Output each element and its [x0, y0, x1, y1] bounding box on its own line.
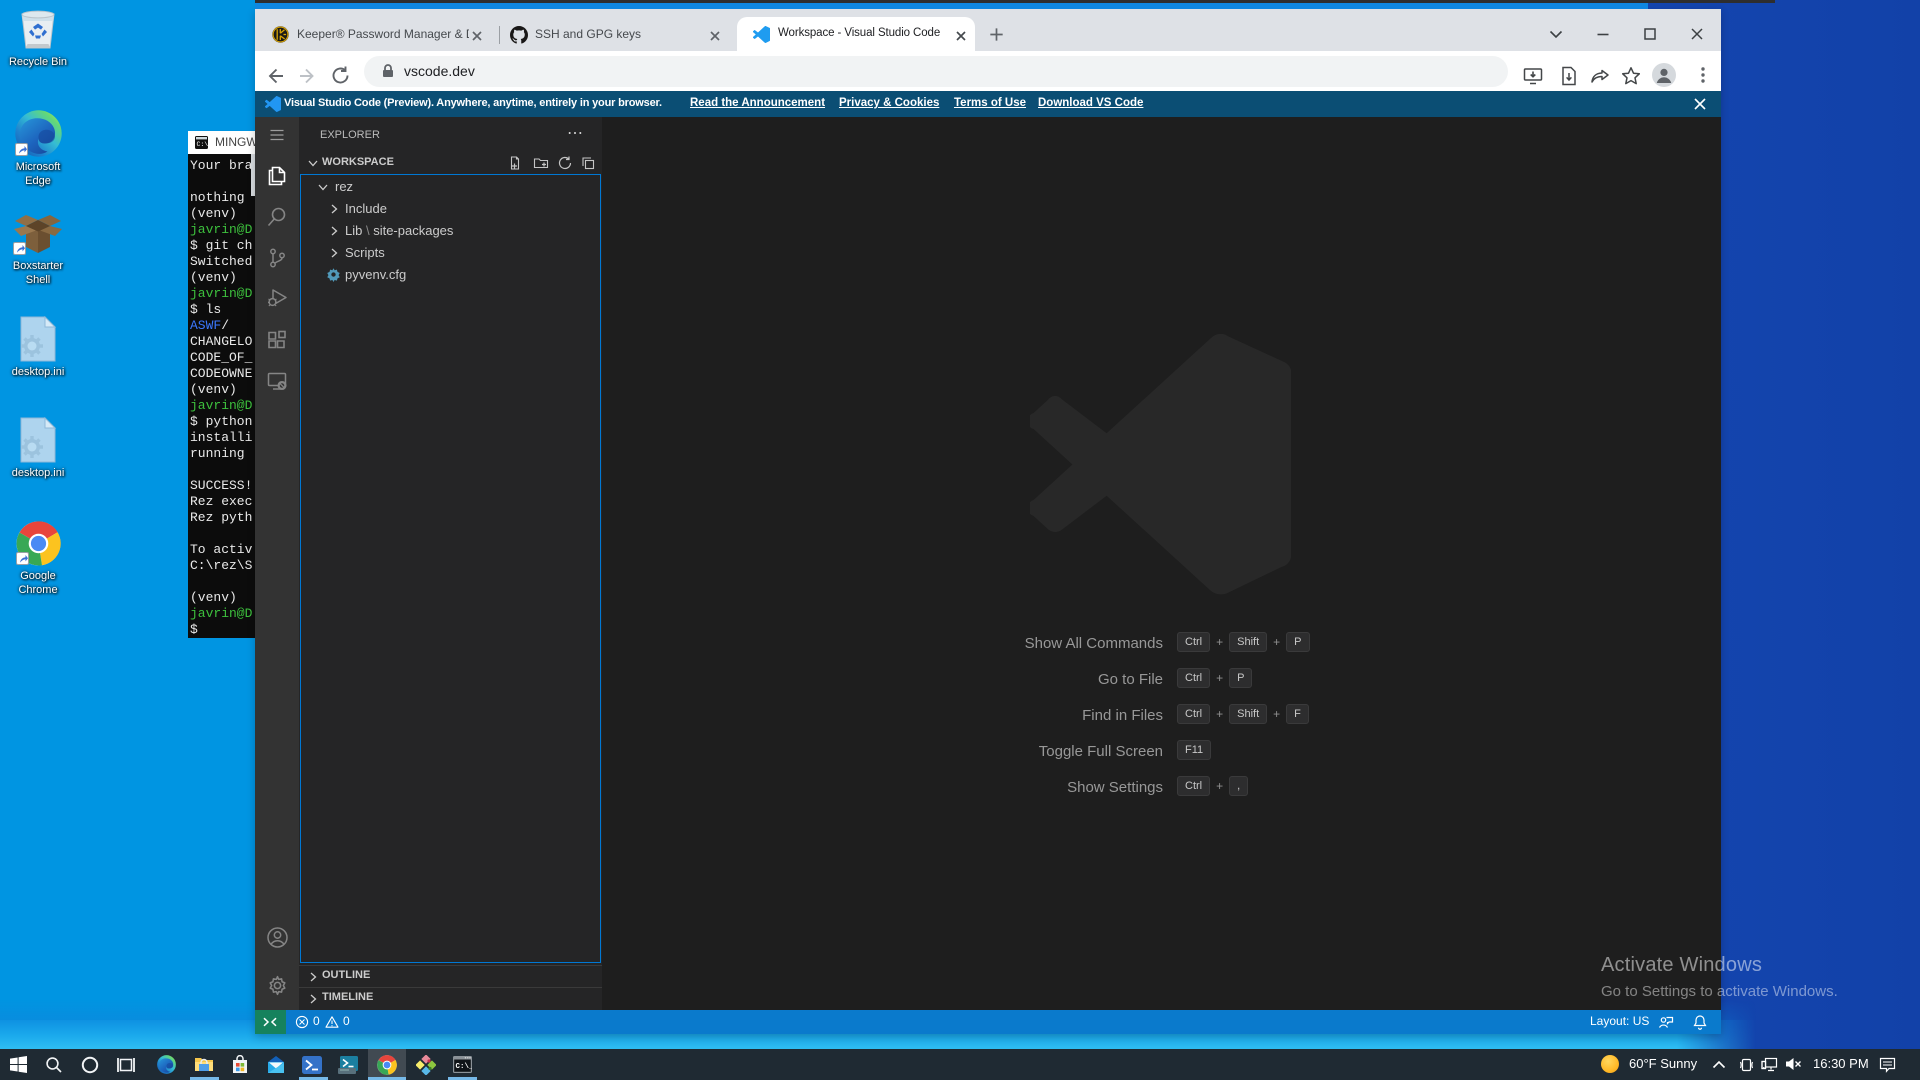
svg-text:C:\: C:\ [197, 141, 209, 148]
svg-text:C:\_: C:\_ [455, 1063, 472, 1071]
